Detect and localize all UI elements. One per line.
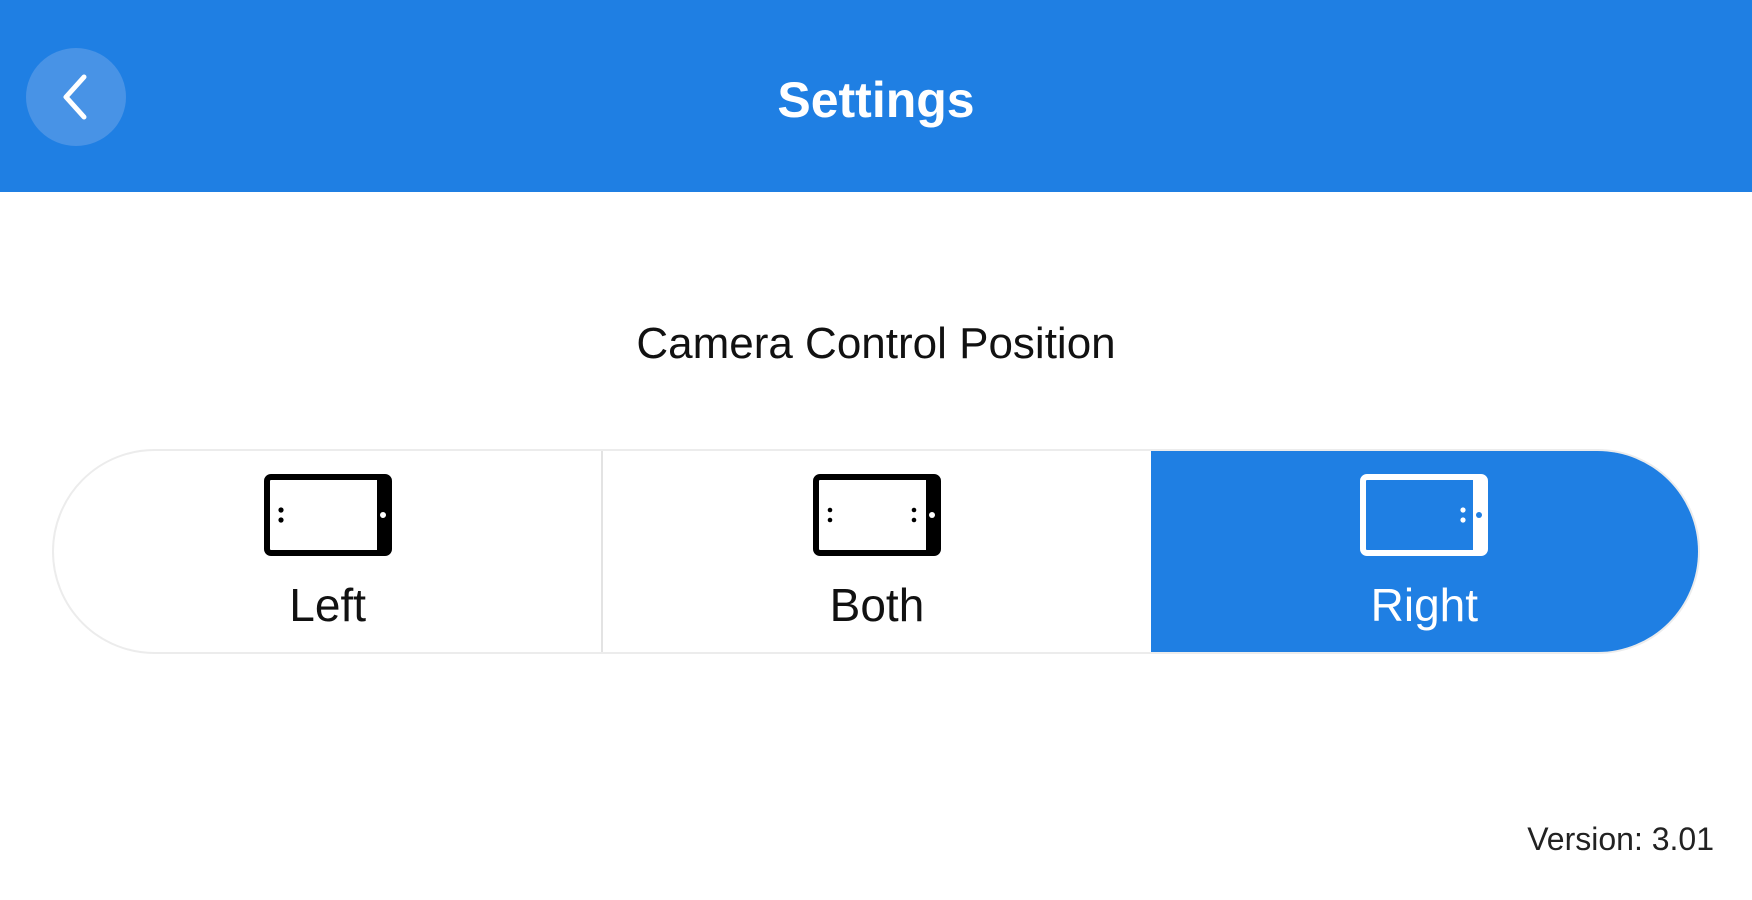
segment-label-both: Both bbox=[829, 579, 925, 631]
tablet-both-control-icon bbox=[812, 474, 941, 556]
version-label: Version: 3.01 bbox=[1527, 821, 1714, 857]
tablet-left-control-icon bbox=[263, 474, 392, 556]
segment-label-right: Right bbox=[1370, 579, 1479, 631]
segment-right[interactable]: Right bbox=[1150, 451, 1698, 652]
tablet-right-control-icon bbox=[1360, 474, 1489, 556]
segment-label-left: Left bbox=[289, 579, 367, 631]
segment-both[interactable]: Both bbox=[601, 451, 1150, 652]
segment-left[interactable]: Left bbox=[54, 451, 601, 652]
top-app-bar: Settings bbox=[0, 0, 1752, 192]
camera-control-position-selector: Left Both Right bbox=[52, 449, 1700, 654]
page-title: Settings bbox=[777, 72, 975, 128]
camera-control-position-title: Camera Control Position bbox=[636, 319, 1116, 368]
